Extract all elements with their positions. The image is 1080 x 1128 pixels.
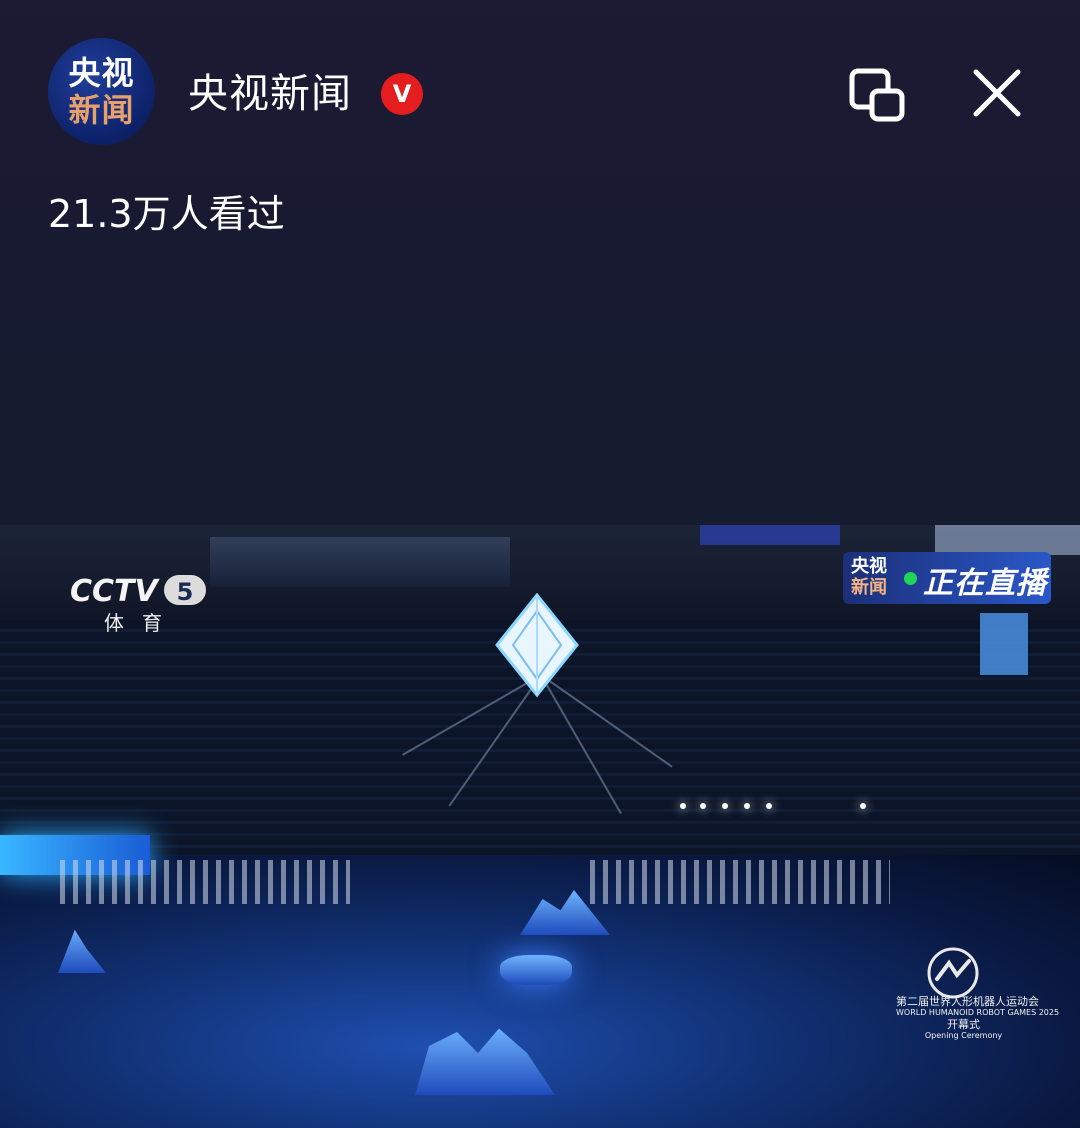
live-text: 正在直播 — [923, 566, 1047, 601]
video-player[interactable]: CCTV 5 体育 央视 新闻 正在直播 第二届世界人形机器人运动会 WORLD… — [0, 525, 1080, 1128]
live-badge: 央视 新闻 正在直播 — [843, 552, 1051, 604]
stage-light — [722, 803, 728, 809]
verified-badge: V — [381, 73, 423, 115]
event-subtitle: 开幕式 — [947, 1018, 980, 1031]
stage-light — [860, 803, 866, 809]
event-logo: 第二届世界人形机器人运动会 WORLD HUMANOID ROBOT GAMES… — [896, 995, 1060, 1041]
stage-light — [680, 803, 686, 809]
live-indicator-dot — [904, 572, 917, 585]
robot-games-emblem-icon — [927, 947, 979, 999]
event-title: 第二届世界人形机器人运动会 — [896, 995, 1039, 1008]
performer-group — [60, 860, 350, 904]
performer-group — [590, 860, 890, 904]
stage-light — [744, 803, 750, 809]
roof-panel — [700, 525, 840, 545]
cctv5-logo-icon: CCTV 5 — [70, 574, 206, 608]
roof-panel — [210, 537, 510, 587]
avatar-text-line2: 新闻 — [68, 91, 135, 129]
channel-avatar[interactable]: 央视 新闻 — [48, 38, 155, 145]
live-logo-line1: 央视 — [851, 556, 887, 577]
channel-name[interactable]: 央视新闻 — [188, 66, 352, 122]
event-subtitle-en: Opening Ceremony — [924, 1031, 1003, 1040]
event-title-en: WORLD HUMANOID ROBOT GAMES 2025 — [896, 1008, 1060, 1017]
broadcaster-sub-label: 体育 — [104, 611, 180, 635]
diamond-sculpture-icon — [495, 593, 579, 697]
video-info-panel: 央视 新闻 央视新闻 V 21.3万人看过 — [0, 0, 1080, 525]
stage-light — [700, 803, 706, 809]
roof-panel — [935, 525, 1080, 555]
stage-prop — [500, 955, 572, 985]
view-count: 21.3万人看过 — [48, 192, 285, 236]
close-icon[interactable] — [970, 66, 1024, 120]
stage-light — [766, 803, 772, 809]
svg-text:CCTV: CCTV — [70, 574, 160, 608]
live-badge-logo: 央视 新闻 — [851, 556, 887, 598]
svg-text:5: 5 — [177, 578, 194, 606]
picture-in-picture-icon[interactable] — [848, 66, 906, 124]
avatar-text-line1: 央视 — [68, 54, 135, 92]
led-screen — [980, 613, 1028, 675]
live-logo-line2: 新闻 — [851, 577, 887, 598]
